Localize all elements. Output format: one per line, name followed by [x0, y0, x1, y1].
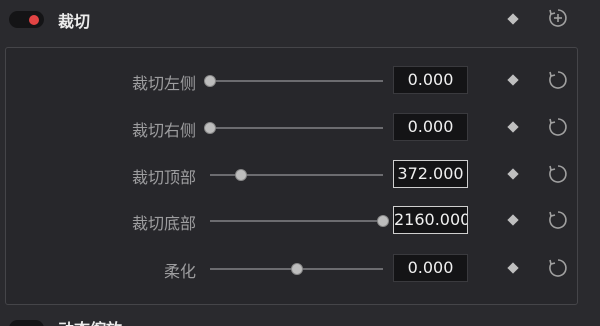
enable-toggle[interactable] — [9, 11, 44, 28]
reset-icon[interactable] — [547, 69, 569, 91]
slider-track[interactable] — [210, 127, 383, 129]
reset-icon[interactable] — [547, 209, 569, 231]
parameter-label: 裁切底部 — [131, 214, 196, 233]
parameter-label: 柔化 — [163, 262, 196, 281]
keyframe-diamond-icon[interactable] — [507, 13, 519, 25]
next-section-title: 动态缩放 — [58, 316, 122, 326]
slider-knob[interactable] — [204, 122, 216, 134]
section-title: 裁切 — [58, 12, 91, 31]
reset-icon[interactable] — [547, 116, 569, 138]
parameter-label: 裁切右侧 — [131, 121, 196, 140]
reset-icon[interactable] — [547, 163, 569, 185]
parameter-label: 裁切顶部 — [131, 168, 196, 187]
parameter-row: 裁切顶部 372.000 — [0, 155, 600, 195]
slider-track[interactable] — [210, 220, 383, 222]
slider-track[interactable] — [210, 80, 383, 82]
value-field[interactable]: 0.000 — [393, 254, 468, 282]
value-field[interactable]: 2160.000 — [393, 206, 468, 234]
value-field[interactable]: 0.000 — [393, 66, 468, 94]
section-header: 裁切 — [0, 0, 600, 40]
value-field[interactable]: 0.000 — [393, 113, 468, 141]
value-field[interactable]: 372.000 — [393, 160, 468, 188]
parameter-row: 裁切底部 2160.000 — [0, 201, 600, 241]
parameter-row: 裁切右侧 0.000 — [0, 108, 600, 148]
parameter-row: 裁切左侧 0.000 — [0, 61, 600, 101]
parameter-label: 裁切左侧 — [131, 74, 196, 93]
keyframe-diamond-icon[interactable] — [507, 168, 519, 180]
next-section-header: 动态缩放 — [0, 312, 600, 326]
slider-knob[interactable] — [290, 263, 303, 275]
next-enable-toggle[interactable] — [9, 320, 44, 326]
slider-knob[interactable] — [377, 215, 389, 227]
parameter-row: 柔化 0.000 — [0, 249, 600, 289]
keyframe-diamond-icon[interactable] — [507, 121, 519, 133]
slider-knob[interactable] — [235, 169, 248, 181]
add-keyframe-icon[interactable] — [547, 7, 569, 29]
toggle-indicator — [29, 15, 39, 25]
reset-icon[interactable] — [547, 257, 569, 279]
keyframe-diamond-icon[interactable] — [507, 74, 519, 86]
slider-knob[interactable] — [204, 75, 216, 87]
keyframe-diamond-icon[interactable] — [507, 262, 519, 274]
keyframe-diamond-icon[interactable] — [507, 214, 519, 226]
